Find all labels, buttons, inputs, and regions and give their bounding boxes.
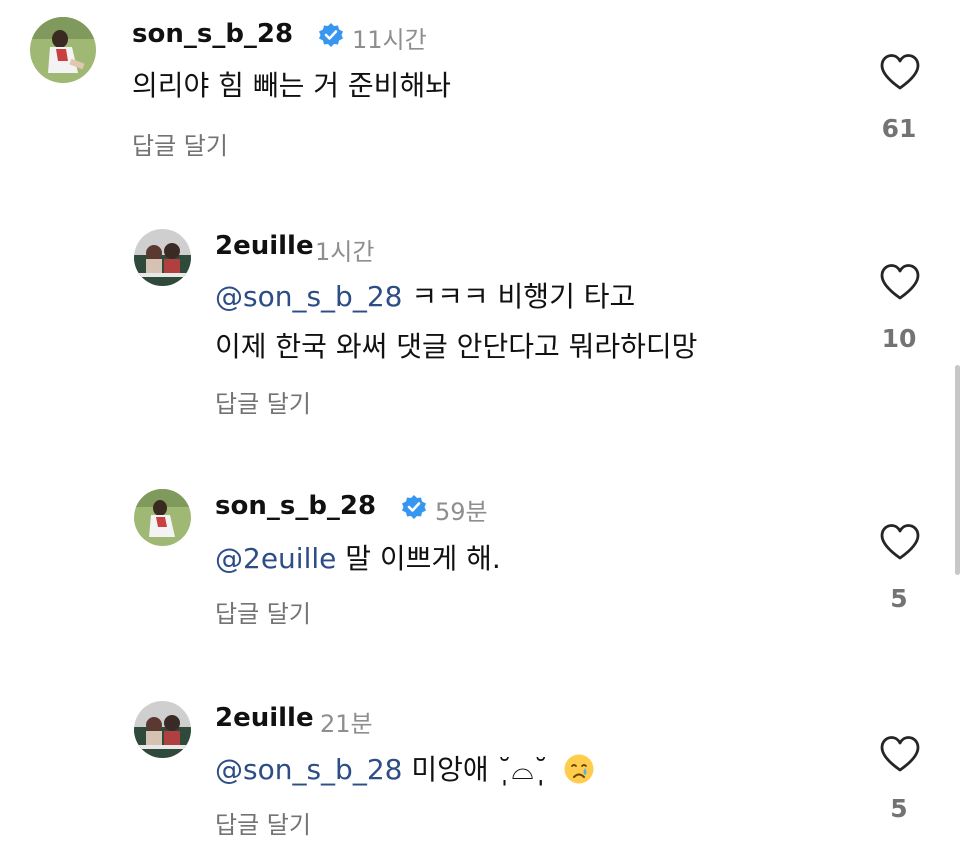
crying-face-emoji-icon xyxy=(564,754,594,784)
like-count: 10 xyxy=(881,324,917,353)
mention-link[interactable]: @2euille xyxy=(215,542,336,575)
reply-button[interactable]: 답글 달기 xyxy=(215,384,311,419)
comment-text-content: 미앙애 ˘̩̩̩⌓˘̩̩̩ xyxy=(402,753,548,786)
heart-icon[interactable] xyxy=(878,262,922,302)
comment-text-content: 의리야 힘 빼는 거 준비해놔 xyxy=(132,69,451,102)
comment-text-line-2: 이제 한국 와써 댓글 안단다고 뭐라하디망 xyxy=(215,325,697,365)
comment-text: 의리야 힘 빼는 거 준비해놔 xyxy=(132,64,451,104)
comment-text-line-1: @son_s_b_28 ㅋㅋㅋ 비행기 타고 xyxy=(215,275,635,315)
mention-link[interactable]: @son_s_b_28 xyxy=(215,280,402,313)
like-count: 5 xyxy=(890,794,908,823)
avatar[interactable] xyxy=(134,489,191,546)
verified-badge-icon xyxy=(319,23,343,47)
heart-icon[interactable] xyxy=(878,734,922,774)
avatar[interactable] xyxy=(134,701,191,758)
comment-username[interactable]: 2euille xyxy=(215,231,314,261)
comment-timestamp: 1시간 xyxy=(315,238,375,266)
avatar[interactable] xyxy=(134,229,191,286)
verified-badge-icon xyxy=(402,495,426,519)
mention-link[interactable]: @son_s_b_28 xyxy=(215,753,402,786)
reply-button[interactable]: 답글 달기 xyxy=(215,594,311,629)
avatar[interactable] xyxy=(30,17,96,83)
like-count: 61 xyxy=(881,114,917,143)
reply-button[interactable]: 답글 달기 xyxy=(215,805,311,840)
comment-timestamp: 59분 xyxy=(435,498,488,526)
comment-text: @2euille 말 이쁘게 해. xyxy=(215,537,501,577)
reply-button[interactable]: 답글 달기 xyxy=(132,126,228,161)
like-count: 5 xyxy=(890,584,908,613)
comment-timestamp: 21분 xyxy=(320,710,373,738)
comment-username[interactable]: son_s_b_28 xyxy=(132,19,293,49)
comment-username[interactable]: 2euille xyxy=(215,703,314,733)
comment-username[interactable]: son_s_b_28 xyxy=(215,491,376,521)
heart-icon[interactable] xyxy=(878,52,922,92)
comment-timestamp: 11시간 xyxy=(352,26,427,54)
comment-text-content: ㅋㅋㅋ 비행기 타고 xyxy=(402,280,636,313)
scrollbar[interactable] xyxy=(955,365,960,575)
heart-icon[interactable] xyxy=(878,522,922,562)
comment-text: @son_s_b_28 미앙애 ˘̩̩̩⌓˘̩̩̩ xyxy=(215,748,595,788)
comment-text-content: 이제 한국 와써 댓글 안단다고 뭐라하디망 xyxy=(215,330,698,363)
comment-text-content: 말 이쁘게 해. xyxy=(336,542,501,575)
